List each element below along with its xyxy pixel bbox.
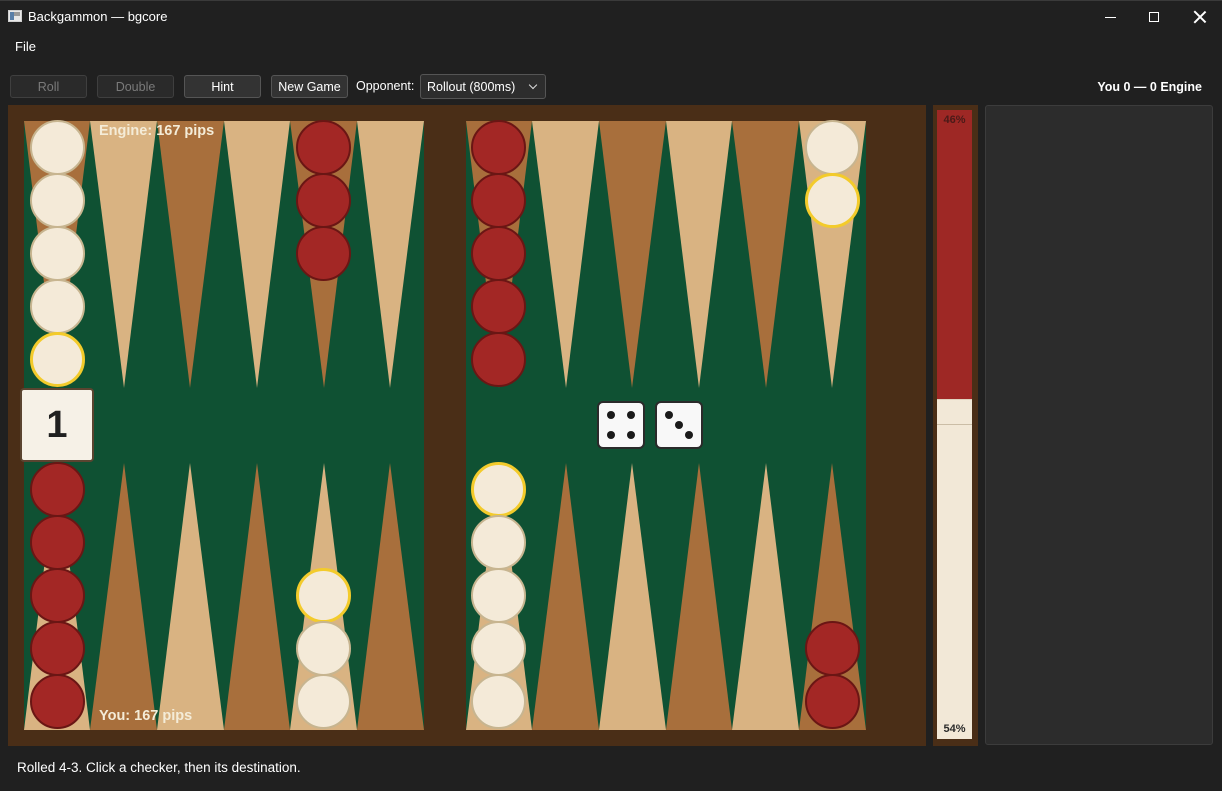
die-pip xyxy=(675,421,683,429)
new-game-button[interactable]: New Game xyxy=(271,75,348,98)
point-2[interactable] xyxy=(732,463,799,730)
engine-probability-label: 46% xyxy=(943,114,966,126)
checker-light[interactable] xyxy=(805,120,860,175)
engine-probability-fill xyxy=(937,110,972,399)
checker-light-selected[interactable] xyxy=(471,462,526,517)
die-pip xyxy=(627,411,635,419)
die-pip xyxy=(607,411,615,419)
roll-button[interactable]: Roll xyxy=(10,75,87,98)
app-icon xyxy=(8,10,22,22)
checker-dark[interactable] xyxy=(30,462,85,517)
checker-light-selected[interactable] xyxy=(296,568,351,623)
probability-midline xyxy=(937,424,972,425)
checker-dark[interactable] xyxy=(30,568,85,623)
point-4[interactable] xyxy=(599,463,666,730)
checker-dark[interactable] xyxy=(471,120,526,175)
checker-light[interactable] xyxy=(471,515,526,570)
checker-light[interactable] xyxy=(296,674,351,729)
close-button[interactable] xyxy=(1177,1,1222,33)
point-11[interactable] xyxy=(90,463,157,730)
checker-dark[interactable] xyxy=(30,515,85,570)
checker-light[interactable] xyxy=(471,674,526,729)
maximize-button[interactable] xyxy=(1131,1,1177,33)
engine-pip-count: Engine: 167 pips xyxy=(99,123,215,139)
checker-dark[interactable] xyxy=(471,226,526,281)
menu-file[interactable]: File xyxy=(10,39,41,54)
point-18[interactable] xyxy=(357,121,424,388)
point-20[interactable] xyxy=(532,121,599,388)
die-three[interactable] xyxy=(655,401,703,449)
point-9[interactable] xyxy=(224,463,290,730)
checker-light[interactable] xyxy=(30,226,85,281)
toolbar: Roll Double Hint New Game Opponent: Roll… xyxy=(0,70,1222,102)
hint-button[interactable]: Hint xyxy=(184,75,261,98)
die-pip xyxy=(685,431,693,439)
point-14[interactable] xyxy=(90,121,157,388)
point-16[interactable] xyxy=(224,121,290,388)
backgammon-board[interactable]: Engine: 167 pips You: 167 pips 1 xyxy=(8,105,926,746)
match-score: You 0 — 0 Engine xyxy=(1097,80,1202,94)
maximize-icon xyxy=(1149,12,1159,22)
point-21[interactable] xyxy=(599,121,666,388)
checker-dark[interactable] xyxy=(30,621,85,676)
checker-light-selected[interactable] xyxy=(30,332,85,387)
checker-light-selected[interactable] xyxy=(805,173,860,228)
chevron-down-icon xyxy=(528,80,538,90)
double-button[interactable]: Double xyxy=(97,75,174,98)
point-22[interactable] xyxy=(666,121,732,388)
you-probability-fill xyxy=(937,399,972,739)
point-15[interactable] xyxy=(157,121,224,388)
doubling-cube[interactable]: 1 xyxy=(20,388,94,462)
menu-bar: File xyxy=(0,32,1222,62)
opponent-value: Rollout (800ms) xyxy=(427,79,516,94)
checker-dark[interactable] xyxy=(805,674,860,729)
die-pip xyxy=(665,411,673,419)
opponent-select[interactable]: Rollout (800ms) xyxy=(420,74,546,99)
point-3[interactable] xyxy=(666,463,732,730)
checker-light[interactable] xyxy=(471,568,526,623)
you-pip-count: You: 167 pips xyxy=(99,708,193,724)
die-four[interactable] xyxy=(597,401,645,449)
side-panel xyxy=(985,105,1213,745)
minimize-button[interactable] xyxy=(1087,1,1133,33)
checker-light[interactable] xyxy=(30,173,85,228)
checker-light[interactable] xyxy=(471,621,526,676)
minimize-icon xyxy=(1104,16,1116,18)
checker-light[interactable] xyxy=(30,120,85,175)
checker-dark[interactable] xyxy=(296,173,351,228)
opponent-label: Opponent: xyxy=(356,79,415,93)
die-pip xyxy=(607,431,615,439)
point-5[interactable] xyxy=(532,463,599,730)
die-pip xyxy=(627,431,635,439)
checker-dark[interactable] xyxy=(805,621,860,676)
checker-dark[interactable] xyxy=(296,120,351,175)
you-probability-label: 54% xyxy=(943,723,966,735)
checker-dark[interactable] xyxy=(30,674,85,729)
checker-dark[interactable] xyxy=(471,332,526,387)
window-title: Backgammon — bgcore xyxy=(28,9,168,24)
close-icon xyxy=(1193,10,1207,24)
point-7[interactable] xyxy=(357,463,424,730)
checker-light[interactable] xyxy=(296,621,351,676)
point-23[interactable] xyxy=(732,121,799,388)
checker-light[interactable] xyxy=(30,279,85,334)
win-probability-bar: 46% 54% xyxy=(933,105,978,746)
checker-dark[interactable] xyxy=(296,226,351,281)
title-bar: Backgammon — bgcore xyxy=(0,0,1222,32)
status-message: Rolled 4-3. Click a checker, then its de… xyxy=(17,760,301,775)
checker-dark[interactable] xyxy=(471,279,526,334)
checker-dark[interactable] xyxy=(471,173,526,228)
point-10[interactable] xyxy=(157,463,224,730)
